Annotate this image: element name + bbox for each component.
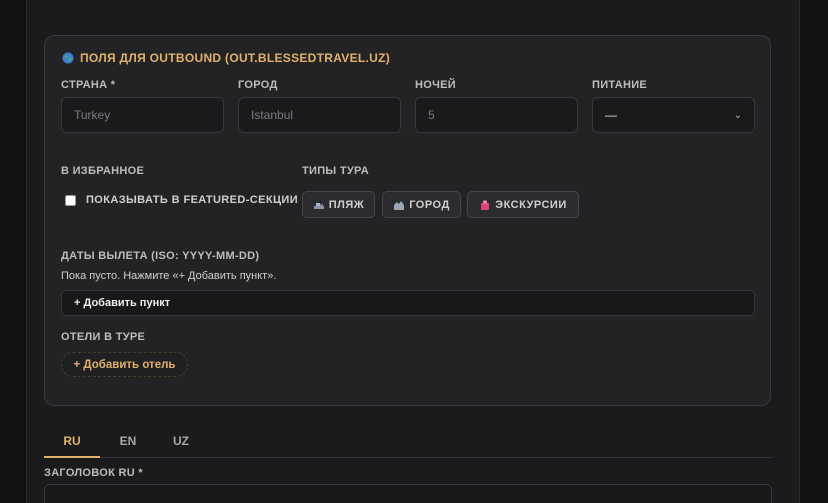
tour-types-label: ТИПЫ ТУРА (302, 165, 369, 177)
featured-checkbox-row[interactable]: ПОКАЗЫВАТЬ В FEATURED-СЕКЦИИ (65, 194, 298, 206)
city-input[interactable]: Istanbul (238, 97, 401, 133)
featured-label: В ИЗБРАННОЕ (61, 165, 145, 177)
excursion-icon (481, 200, 490, 210)
city-icon (394, 200, 405, 210)
add-item-button[interactable]: + Добавить пункт (61, 290, 755, 316)
tour-type-city-label: ГОРОД (409, 198, 450, 211)
nights-label: НОЧЕЙ (415, 79, 456, 91)
hotels-label: ОТЕЛИ В ТУРЕ (61, 331, 146, 343)
section-title-text: ПОЛЯ ДЛЯ OUTBOUND (OUT.BLESSEDTRAVEL.UZ) (80, 51, 391, 65)
globe-icon (62, 52, 74, 64)
meal-select-value: — (605, 108, 617, 122)
chevron-down-icon: ⌄ (733, 109, 742, 121)
city-label: ГОРОД (238, 79, 278, 91)
tour-type-beach-label: ПЛЯЖ (328, 198, 365, 211)
section-title: ПОЛЯ ДЛЯ OUTBOUND (OUT.BLESSEDTRAVEL.UZ) (62, 51, 390, 65)
tour-type-city[interactable]: ГОРОД (382, 191, 461, 218)
tour-type-beach[interactable]: ПЛЯЖ (302, 191, 375, 218)
meal-select[interactable]: — ⌄ (592, 97, 755, 133)
language-tabs: RU EN UZ (44, 430, 772, 458)
add-hotel-button[interactable]: + Добавить отель (61, 352, 188, 377)
title-ru-label: ЗАГОЛОВОК RU * (44, 467, 143, 479)
outbound-fields-card (44, 35, 771, 406)
country-input[interactable]: Turkey (61, 97, 224, 133)
tour-type-excursions-label: ЭКСКУРСИИ (495, 198, 567, 211)
departure-dates-label: ДАТЫ ВЫЛЕТА (ISO: YYYY-MM-DD) (61, 250, 260, 262)
country-label: СТРАНА * (61, 79, 116, 91)
beach-icon (313, 202, 324, 209)
tab-en[interactable]: EN (100, 430, 156, 458)
tour-type-excursions[interactable]: ЭКСКУРСИИ (467, 191, 579, 218)
tab-ru[interactable]: RU (44, 430, 100, 458)
nights-input[interactable]: 5 (415, 97, 578, 133)
meal-label: ПИТАНИЕ (592, 79, 648, 91)
featured-checkbox-label[interactable]: ПОКАЗЫВАТЬ В FEATURED-СЕКЦИИ (86, 194, 298, 206)
departure-dates-empty-hint: Пока пусто. Нажмите «+ Добавить пункт». (61, 270, 277, 282)
tab-uz[interactable]: UZ (156, 430, 206, 458)
featured-checkbox[interactable] (65, 194, 76, 206)
title-ru-input[interactable] (44, 484, 772, 503)
